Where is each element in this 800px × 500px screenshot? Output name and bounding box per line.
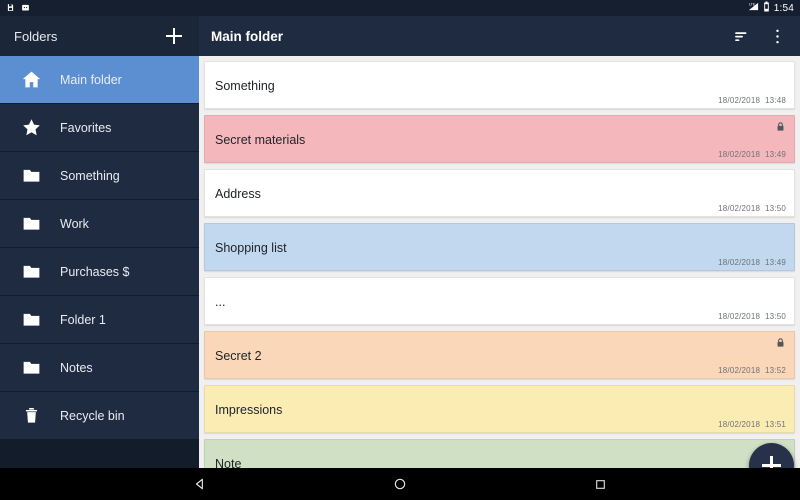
note-title: Impressions [215, 403, 283, 417]
note-title: Shopping list [215, 241, 287, 255]
android-navigation-bar [0, 468, 800, 500]
trash-icon [16, 403, 46, 429]
note-title: Address [215, 187, 261, 201]
sidebar-item-favorites[interactable]: Favorites [0, 104, 199, 152]
note-item[interactable]: Something 18/02/2018 13:48 [204, 61, 795, 109]
sidebar-title: Folders [14, 28, 58, 44]
home-icon [16, 67, 46, 93]
battery-icon [763, 0, 770, 17]
folder-list: Main folder Favorites Something Work Purchas… [0, 56, 199, 468]
add-folder-button[interactable] [163, 25, 185, 47]
star-icon [16, 115, 46, 141]
status-bar-notifications [6, 0, 30, 17]
sidebar-header: Folders [0, 16, 199, 56]
sidebar-item-purchases[interactable]: Purchases $ [0, 248, 199, 296]
folder-icon [16, 259, 46, 285]
lte-signal-icon: LTE [748, 0, 759, 17]
sidebar-item-work[interactable]: Work [0, 200, 199, 248]
sort-icon[interactable] [730, 25, 752, 47]
note-title: ... [215, 295, 226, 309]
sidebar-item-label: Main folder [60, 72, 122, 87]
sidebar-item-label: Recycle bin [60, 408, 125, 423]
note-timestamp: 18/02/2018 13:48 [718, 96, 786, 105]
note-timestamp: 18/02/2018 13:51 [718, 420, 786, 429]
app-bar: Main folder [199, 16, 800, 56]
folder-icon [16, 307, 46, 333]
note-item[interactable]: Impressions 18/02/2018 13:51 [204, 385, 795, 433]
more-vertical-icon[interactable] [766, 25, 788, 47]
note-title: Secret materials [215, 133, 306, 147]
main-panel: Main folder Something 18/02/2018 13:48 S… [199, 16, 800, 468]
sidebar-item-label: Favorites [60, 120, 112, 135]
sidebar-item-folder-1[interactable]: Folder 1 [0, 296, 199, 344]
app-bar-actions [730, 25, 788, 47]
save-notification-icon [6, 0, 15, 17]
lock-icon [775, 335, 786, 347]
triangle-back-icon[interactable] [100, 477, 300, 491]
sidebar-item-label: Folder 1 [60, 312, 106, 327]
square-recents-icon[interactable] [500, 478, 700, 491]
sidebar-item-label: Something [60, 168, 120, 183]
folder-icon [16, 211, 46, 237]
note-title: Secret 2 [215, 349, 262, 363]
note-item[interactable]: Shopping list 18/02/2018 13:49 [204, 223, 795, 271]
note-title: Note [215, 457, 242, 468]
sidebar-item-notes[interactable]: Notes [0, 344, 199, 392]
circle-home-icon[interactable] [300, 477, 500, 491]
note-item[interactable]: Secret 2 18/02/2018 13:52 [204, 331, 795, 379]
sidebar-item-something[interactable]: Something [0, 152, 199, 200]
app-root: LTE 1:54 Folders Main folder Favorites Som… [0, 0, 800, 500]
sidebar-item-label: Notes [60, 360, 93, 375]
folder-icon [16, 355, 46, 381]
note-item[interactable]: ... 18/02/2018 13:50 [204, 277, 795, 325]
status-bar-system: LTE 1:54 [748, 0, 794, 17]
lock-icon [775, 119, 786, 131]
status-bar: LTE 1:54 [0, 0, 800, 16]
sidebar-item-label: Work [60, 216, 89, 231]
sidebar-item-label: Purchases $ [60, 264, 130, 279]
sidebar-item-recycle-bin[interactable]: Recycle bin [0, 392, 199, 440]
note-title: Something [215, 79, 275, 93]
note-timestamp: 18/02/2018 13:50 [718, 312, 786, 321]
note-timestamp: 18/02/2018 13:49 [718, 258, 786, 267]
note-timestamp: 18/02/2018 13:49 [718, 150, 786, 159]
note-timestamp: 18/02/2018 13:52 [718, 366, 786, 375]
note-item[interactable]: Note18/02/2 [204, 439, 795, 468]
page-title: Main folder [211, 28, 284, 44]
note-item[interactable]: Secret materials 18/02/2018 13:49 [204, 115, 795, 163]
svg-text:LTE: LTE [749, 3, 756, 7]
sidebar-item-main-folder[interactable]: Main folder [0, 56, 199, 104]
sidebar: Folders Main folder Favorites Something Wor… [0, 16, 199, 468]
folder-icon [16, 163, 46, 189]
note-list: Something 18/02/2018 13:48 Secret material… [199, 56, 800, 468]
note-timestamp: 18/02/2018 13:50 [718, 204, 786, 213]
note-item[interactable]: Address 18/02/2018 13:50 [204, 169, 795, 217]
app-notification-icon [21, 0, 30, 17]
status-bar-clock: 1:54 [773, 2, 794, 14]
